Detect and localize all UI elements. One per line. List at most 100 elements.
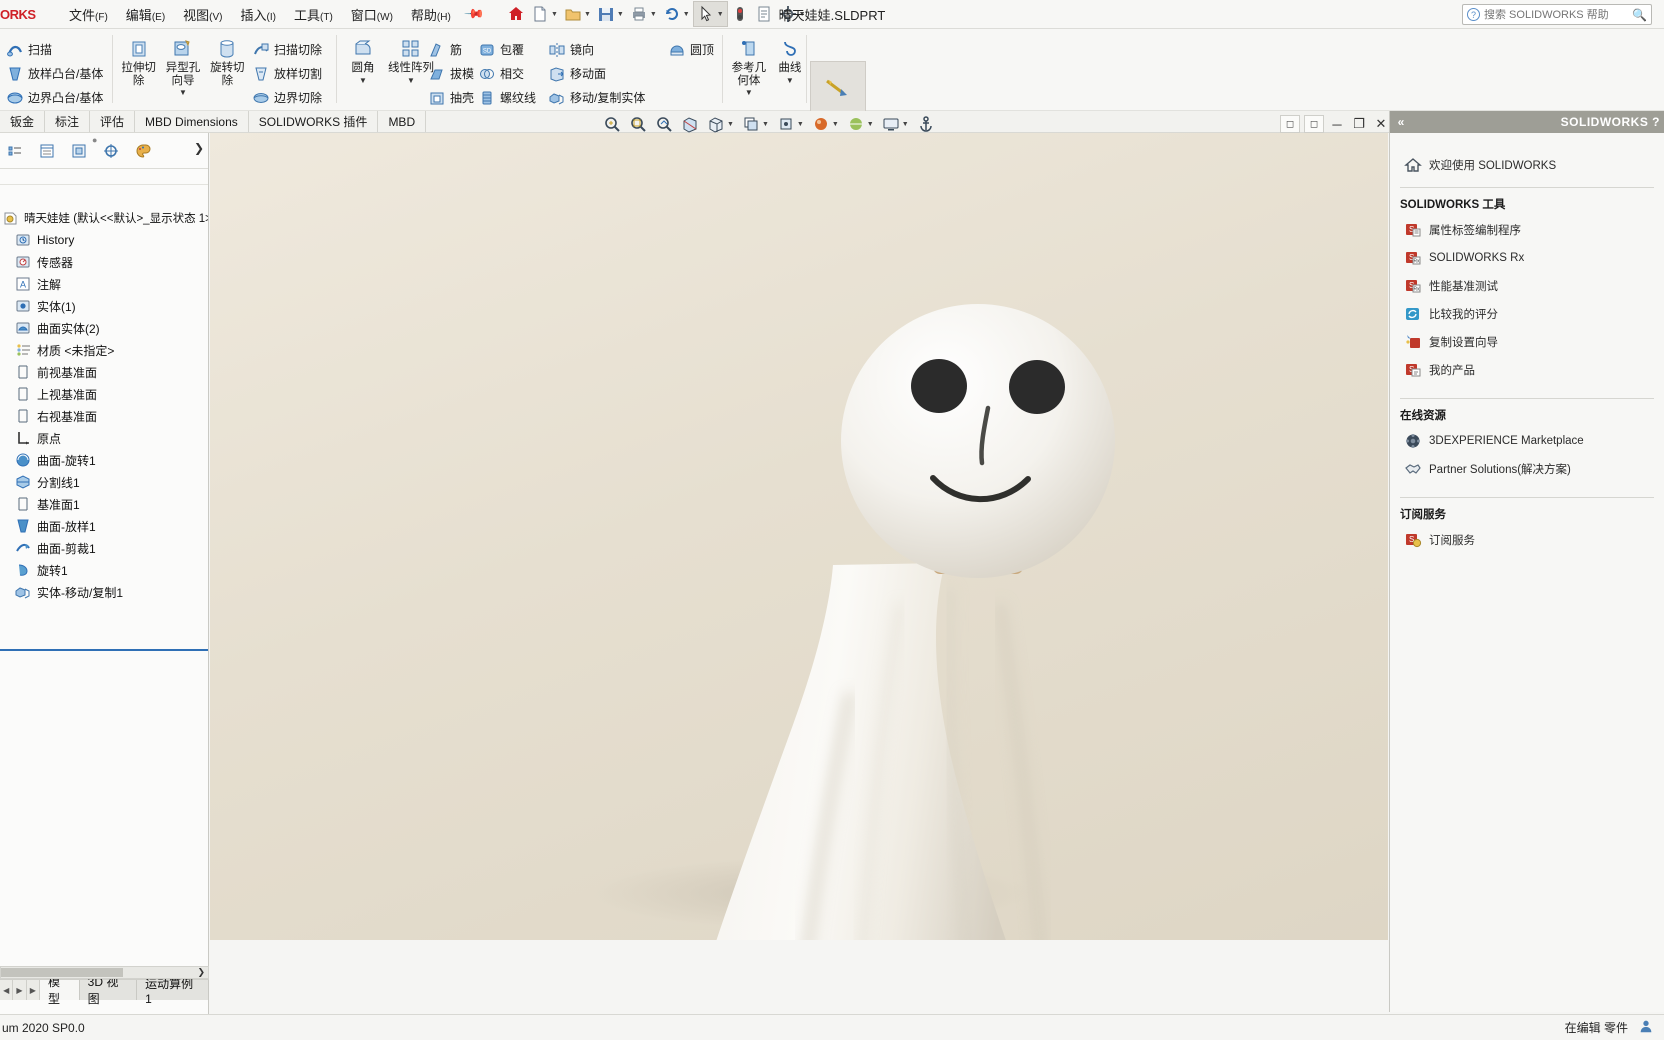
taskpane-3dexperience-marketplace[interactable]: 3DEXPERIENCE Marketplace: [1390, 427, 1664, 455]
doctab-model[interactable]: 模型: [39, 975, 80, 1006]
cmdtab-solidworks-addins[interactable]: SOLIDWORKS 插件: [249, 111, 379, 132]
dimxpertmanager-tab[interactable]: [98, 138, 124, 164]
ribbon-sweep[interactable]: 扫描: [6, 38, 114, 62]
doctab-3dviews[interactable]: 3D 视图: [79, 975, 138, 1006]
chevron-down-icon[interactable]: ▼: [617, 11, 624, 18]
cmdtab-evaluate[interactable]: 评估: [90, 111, 136, 132]
ribbon-fillet[interactable]: 圆角 ▼: [342, 37, 384, 111]
tree-node-solid-bodies[interactable]: 实体(1): [0, 295, 208, 317]
search-help-box[interactable]: ? 🔍: [1462, 4, 1652, 25]
panel-resize-handle[interactable]: ●: [92, 135, 97, 145]
scrollbar-thumb[interactable]: [1, 968, 123, 977]
print-button[interactable]: ▼: [627, 1, 660, 27]
cmdtab-sheetmetal[interactable]: 钣金: [0, 111, 46, 132]
chevron-down-icon[interactable]: ▼: [762, 121, 769, 128]
menu-insert[interactable]: 插入(I): [232, 1, 285, 28]
cmdtab-annotation[interactable]: 标注: [45, 111, 91, 132]
horizontal-scrollbar[interactable]: ❯: [0, 966, 209, 979]
home-button[interactable]: [504, 1, 528, 27]
ribbon-curves[interactable]: 曲线 ▼: [774, 37, 806, 111]
menu-edit[interactable]: 编辑(E): [117, 1, 174, 28]
chevron-down-icon[interactable]: ▼: [717, 11, 724, 18]
ribbon-boundary-boss[interactable]: 边界凸台/基体: [6, 86, 114, 110]
taskpane-solidworks-rx[interactable]: S Rx SOLIDWORKS Rx: [1390, 244, 1664, 272]
chevron-down-icon[interactable]: ▼: [902, 121, 909, 128]
maximize-window-icon[interactable]: ◻: [1304, 115, 1324, 133]
tree-rollback-bar[interactable]: [0, 649, 208, 651]
tab-nav-first[interactable]: ◀: [0, 980, 14, 1000]
ribbon-dome[interactable]: 圆顶: [668, 38, 730, 62]
taskpane-property-tab-builder[interactable]: S 属性标签编制程序: [1390, 216, 1664, 244]
select-button[interactable]: ▼: [692, 1, 728, 27]
search-input[interactable]: [1484, 8, 1624, 21]
options-button[interactable]: ▼: [776, 1, 809, 27]
graphics-viewport[interactable]: [210, 133, 1388, 940]
taskpane-subscription-services[interactable]: S 订阅服务: [1390, 526, 1664, 554]
tree-node-surface-loft1[interactable]: 曲面-放样1: [0, 515, 208, 537]
menu-file[interactable]: 文件(F): [60, 1, 117, 28]
save-button[interactable]: ▼: [594, 1, 627, 27]
cmdtab-mbd-dimensions[interactable]: MBD Dimensions: [135, 111, 249, 132]
taskpane-my-products[interactable]: S 我的产品: [1390, 356, 1664, 384]
ribbon-reference-geometry[interactable]: 参考几何体 ▼: [728, 37, 770, 111]
tree-node-body-move-copy1[interactable]: 实体-移动/复制1: [0, 581, 208, 603]
ribbon-swept-cut[interactable]: 扫描切除: [252, 38, 342, 62]
ribbon-hole-wizard[interactable]: 异型孔向导 ▼: [162, 37, 203, 111]
chevron-down-icon[interactable]: ▼: [832, 121, 839, 128]
chevron-down-icon[interactable]: ▼: [683, 11, 690, 18]
configurationmanager-tab[interactable]: [66, 138, 92, 164]
chevron-down-icon[interactable]: ▼: [867, 121, 874, 128]
ribbon-lofted-cut[interactable]: 放样切割: [252, 62, 342, 86]
taskpane-welcome[interactable]: 欢迎使用 SOLIDWORKS: [1390, 151, 1664, 179]
model-3d-view[interactable]: [210, 133, 1388, 940]
tree-root-part[interactable]: 晴天娃娃 (默认<<默认>_显示状态 1>: [0, 207, 208, 229]
tree-node-front-plane[interactable]: 前视基准面: [0, 361, 208, 383]
featuremanager-tab[interactable]: [2, 138, 28, 164]
tab-nav-prev[interactable]: ▶: [13, 980, 27, 1000]
tree-node-material[interactable]: 材质 <未指定>: [0, 339, 208, 361]
menu-window[interactable]: 窗口(W): [342, 1, 402, 28]
minimize-icon[interactable]: ─: [1328, 115, 1346, 133]
tree-node-split-line1[interactable]: 分割线1: [0, 471, 208, 493]
file-properties-button[interactable]: [752, 1, 776, 27]
chevron-right-icon[interactable]: ❯: [195, 967, 207, 978]
ribbon-mirror[interactable]: 镜向: [548, 38, 668, 62]
displaymanager-tab[interactable]: [130, 138, 156, 164]
tree-node-surface-revolve1[interactable]: 曲面-旋转1: [0, 449, 208, 471]
chevron-down-icon[interactable]: ▼: [728, 87, 770, 100]
cmdtab-mbd[interactable]: MBD: [378, 111, 427, 132]
tree-node-surface-trim1[interactable]: 曲面-剪裁1: [0, 537, 208, 559]
chevron-double-left-icon[interactable]: «: [1390, 115, 1412, 129]
chevron-down-icon[interactable]: ▼: [650, 11, 657, 18]
taskpane-copy-settings-wizard[interactable]: 复制设置向导: [1390, 328, 1664, 356]
ribbon-move-copy-body[interactable]: 移动/复制实体: [548, 86, 668, 110]
rebuild-button[interactable]: [728, 1, 752, 27]
tab-nav-next[interactable]: ▶: [26, 980, 40, 1000]
pushpin-icon[interactable]: 📌: [463, 3, 485, 26]
chevron-down-icon[interactable]: ▼: [797, 121, 804, 128]
chevron-down-icon[interactable]: ▼: [551, 11, 558, 18]
new-document-button[interactable]: ▼: [528, 1, 561, 27]
feature-filter-input[interactable]: [4, 171, 194, 182]
taskpane-compare-score[interactable]: 比较我的评分: [1390, 300, 1664, 328]
tree-node-history[interactable]: History: [0, 229, 208, 251]
ribbon-revolved-cut[interactable]: 旋转切除: [207, 37, 248, 111]
chevron-down-icon[interactable]: ▼: [799, 11, 806, 18]
ribbon-lofted-boss[interactable]: 放样凸台/基体: [6, 62, 114, 86]
feature-tree-filter[interactable]: [0, 169, 208, 185]
propertymanager-tab[interactable]: [34, 138, 60, 164]
tree-node-revolve1[interactable]: 旋转1: [0, 559, 208, 581]
chevron-right-icon[interactable]: ❯: [194, 141, 204, 155]
tree-node-right-plane[interactable]: 右视基准面: [0, 405, 208, 427]
menu-help[interactable]: 帮助(H): [402, 1, 460, 28]
tree-node-origin[interactable]: 原点: [0, 427, 208, 449]
tree-node-top-plane[interactable]: 上视基准面: [0, 383, 208, 405]
doctab-motion-study-1[interactable]: 运动算例 1: [137, 977, 210, 1006]
chevron-down-icon[interactable]: ▼: [162, 87, 203, 100]
chevron-down-icon[interactable]: ▼: [342, 75, 384, 88]
undo-button[interactable]: ▼: [660, 1, 693, 27]
close-icon[interactable]: ✕: [1372, 115, 1390, 133]
ribbon-move-face[interactable]: 移动面: [548, 62, 668, 86]
taskpane-partner-solutions[interactable]: Partner Solutions(解决方案): [1390, 455, 1664, 483]
chevron-down-icon[interactable]: ▼: [774, 75, 806, 88]
